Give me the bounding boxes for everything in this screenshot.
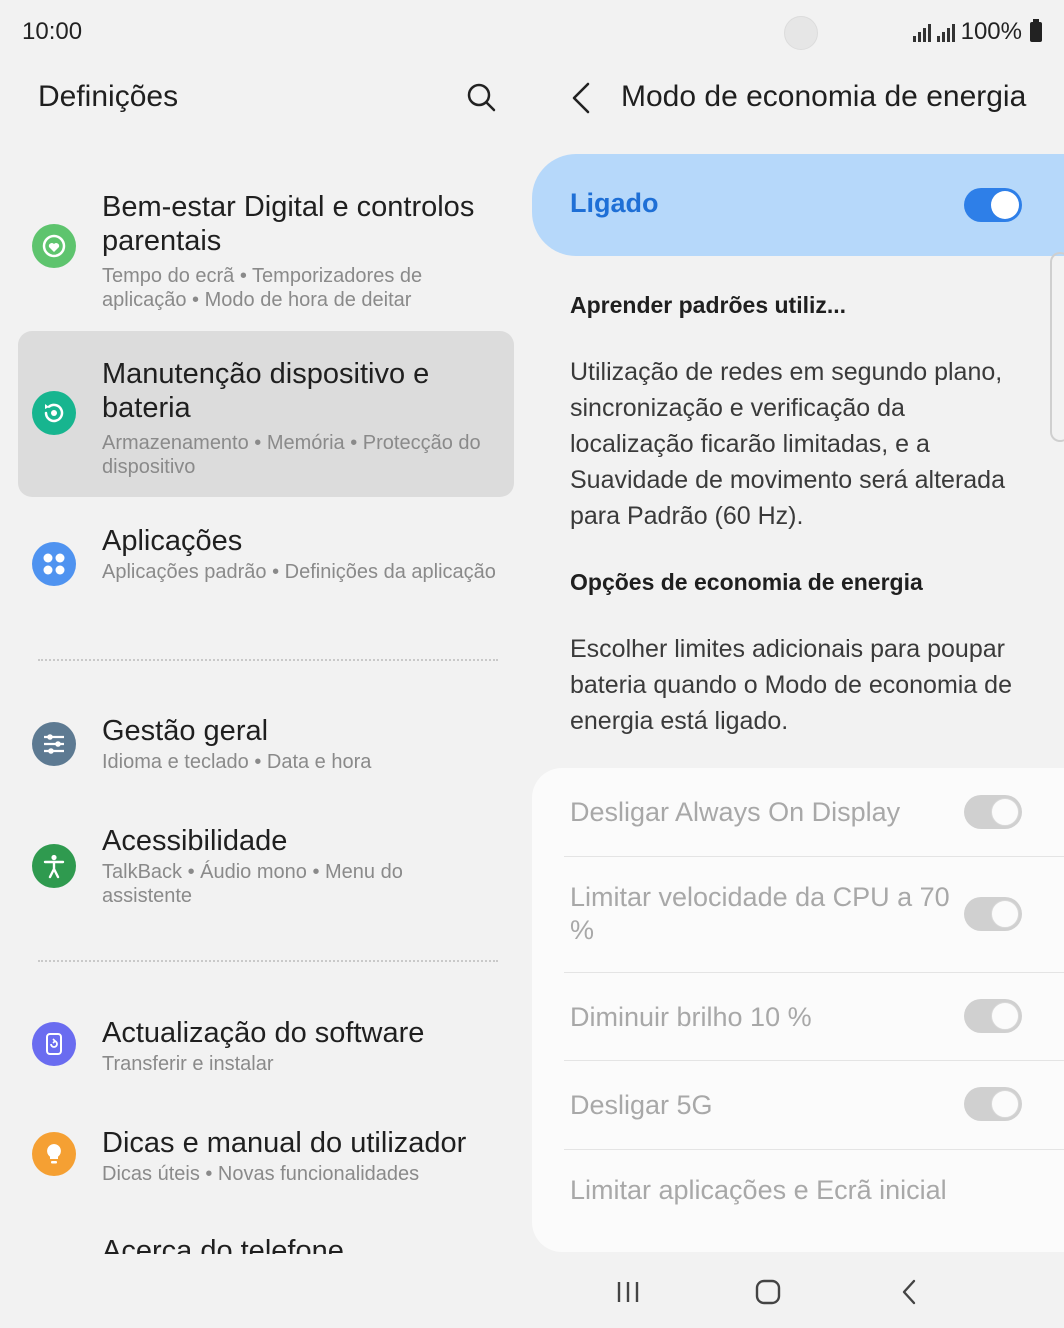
master-switch-label: Ligado	[570, 188, 659, 218]
item-subtitle: TalkBack • Áudio mono • Menu do assisten…	[102, 861, 403, 907]
item-title: Actualização do software	[102, 1017, 425, 1049]
system-back-button[interactable]	[890, 1274, 930, 1310]
option-label: Diminuir brilho 10 %	[570, 1002, 812, 1032]
item-title: Dicas e manual do utilizador	[102, 1127, 467, 1159]
option-brightness[interactable]: Diminuir brilho 10 %	[532, 973, 1064, 1061]
item-subtitle: Tempo do ecrã • Temporizadores de aplica…	[102, 265, 423, 311]
option-cpu[interactable]: Limitar velocidade da CPU a 70 %	[532, 857, 1064, 971]
digital-wellbeing-icon	[32, 224, 76, 268]
master-toggle[interactable]	[964, 188, 1022, 222]
section-divider	[38, 659, 498, 661]
item-title: Manutenção dispositivo e bateria	[102, 358, 430, 424]
item-subtitle: Aplicações padrão • Definições da aplica…	[102, 561, 496, 583]
item-subtitle: Transferir e instalar	[102, 1053, 274, 1075]
status-indicators: 100%	[912, 18, 1042, 46]
option-aod[interactable]: Desligar Always On Display	[532, 768, 1064, 856]
option-label: Desligar Always On Display	[570, 797, 901, 827]
recent-apps-button[interactable]	[608, 1274, 648, 1310]
tips-icon	[32, 1132, 76, 1176]
home-icon	[755, 1279, 781, 1305]
section-divider	[38, 960, 498, 962]
search-button[interactable]	[462, 78, 502, 118]
apps-icon	[32, 542, 76, 586]
page-title: Definições	[38, 80, 179, 113]
learn-patterns-heading: Aprender padrões utiliz...	[570, 292, 847, 318]
battery-percent: 100%	[960, 18, 1022, 45]
power-saving-master-switch[interactable]: Ligado	[532, 154, 1064, 256]
settings-item-apps[interactable]: Aplicações Aplicações padrão • Definiçõe…	[18, 512, 514, 632]
item-title: Aplicações	[102, 525, 243, 557]
option-toggle[interactable]	[964, 999, 1022, 1033]
settings-item-software-update[interactable]: Actualização do software Transferir e in…	[18, 1000, 514, 1092]
options-body: Escolher limites adicionais para poupar …	[570, 635, 1012, 735]
option-label: Limitar aplicações e Ecrã inicial	[570, 1175, 947, 1205]
item-subtitle: Armazenamento • Memória • Protecção do d…	[102, 432, 481, 478]
item-title: Gestão geral	[102, 715, 269, 747]
settings-item-general-management[interactable]: Gestão geral Idioma e teclado • Data e h…	[18, 700, 514, 792]
settings-item-digital-wellbeing[interactable]: Bem-estar Digital e controlos parentais …	[18, 178, 514, 318]
settings-item-about-phone[interactable]: Acerca do telefone	[18, 1230, 514, 1254]
item-title: Acessibilidade	[102, 825, 288, 857]
settings-item-tips[interactable]: Dicas e manual do utilizador Dicas úteis…	[18, 1110, 514, 1202]
scroll-indicator	[1050, 252, 1064, 442]
option-toggle[interactable]	[964, 1087, 1022, 1121]
option-toggle[interactable]	[964, 897, 1022, 931]
chevron-left-icon	[572, 82, 590, 114]
device-care-icon	[32, 391, 76, 435]
options-heading: Opções de economia de energia	[570, 569, 923, 595]
option-toggle[interactable]	[964, 795, 1022, 829]
item-subtitle: Idioma e teclado • Data e hora	[102, 751, 372, 773]
option-limit-apps[interactable]: Limitar aplicações e Ecrã inicial	[532, 1150, 1064, 1252]
signal-icon	[912, 22, 931, 42]
settings-item-accessibility[interactable]: Acessibilidade TalkBack • Áudio mono • M…	[18, 810, 514, 930]
software-update-icon	[32, 1022, 76, 1066]
item-title: Acerca do telefone	[102, 1235, 344, 1254]
recent-apps-icon	[617, 1282, 639, 1302]
item-title: Bem-estar Digital e controlos parentais	[102, 191, 475, 257]
back-icon	[902, 1279, 916, 1305]
home-button[interactable]	[748, 1274, 788, 1310]
general-management-icon	[32, 722, 76, 766]
item-subtitle: Dicas úteis • Novas funcionalidades	[102, 1163, 420, 1185]
status-time: 10:00	[22, 18, 83, 45]
option-5g[interactable]: Desligar 5G	[532, 1061, 1064, 1149]
option-label: Desligar 5G	[570, 1090, 713, 1120]
option-label: Limitar velocidade da CPU a 70 %	[570, 882, 950, 945]
accessibility-icon	[32, 844, 76, 888]
signal-icon	[936, 22, 955, 42]
search-icon	[467, 83, 496, 112]
learn-patterns-body: Utilização de redes em segundo plano, si…	[570, 358, 1005, 530]
status-bar: 10:00 100%	[0, 0, 1064, 66]
options-card: Desligar Always On Display Limitar veloc…	[532, 768, 1064, 1252]
back-button[interactable]	[566, 78, 598, 118]
detail-title: Modo de economia de energia	[621, 80, 1027, 113]
navigation-bar	[532, 1262, 1064, 1322]
battery-icon	[1030, 19, 1042, 42]
front-camera	[784, 16, 818, 50]
settings-item-device-care[interactable]: Manutenção dispositivo e bateria Armazen…	[18, 331, 514, 497]
